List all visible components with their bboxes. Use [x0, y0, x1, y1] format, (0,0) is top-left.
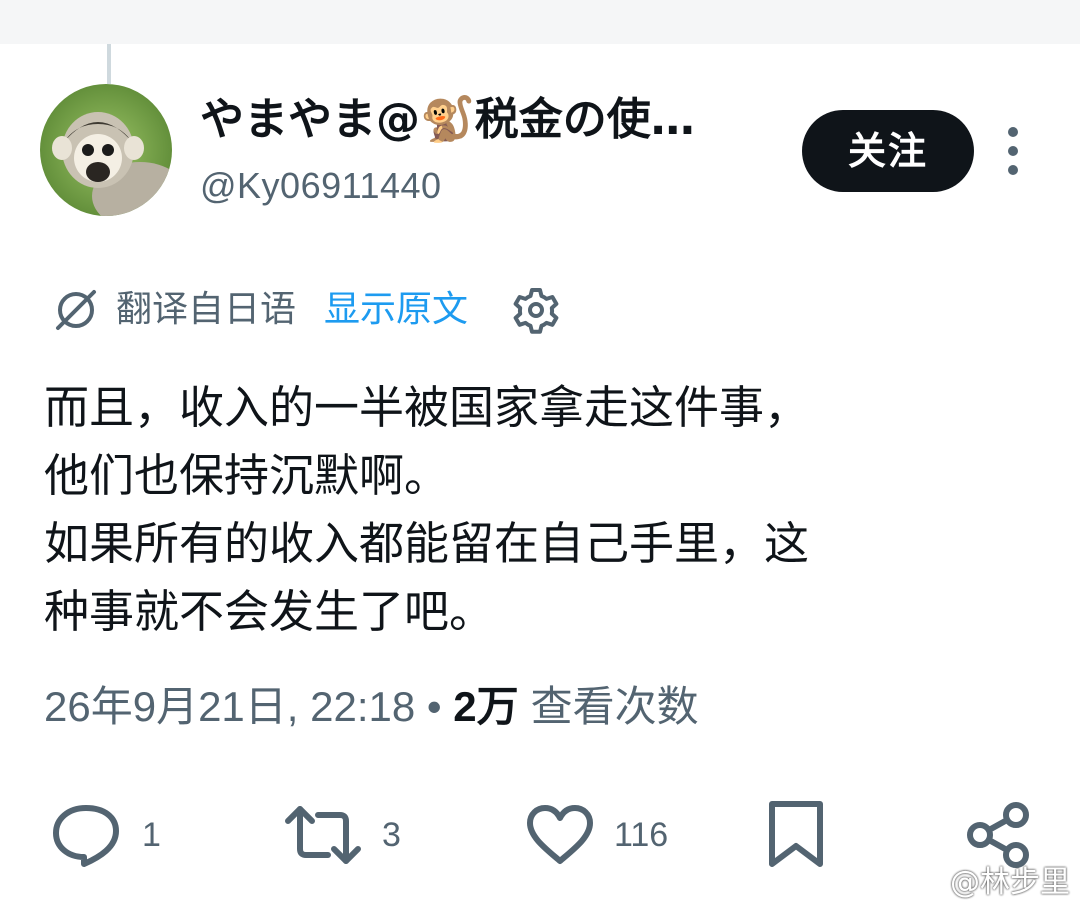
like-button[interactable]: 116: [526, 800, 668, 870]
like-count: 116: [614, 815, 669, 854]
tweet-text-line: 他们也保持沉默啊。: [44, 449, 450, 502]
thread-connector-line: [107, 44, 111, 84]
retweet-button[interactable]: 3: [284, 800, 401, 870]
bookmark-icon: [769, 801, 823, 867]
meta-separator: •: [426, 683, 442, 730]
views-count: 2万: [453, 683, 519, 730]
tweet-text-line: 而且，收入的一半被国家拿走这件事，: [44, 381, 810, 434]
show-original-link[interactable]: 显示原文: [324, 280, 468, 340]
weibo-logo-icon: [906, 865, 945, 895]
top-bar: [0, 0, 1080, 44]
author-display-name[interactable]: やまやま@🐒税金の使…: [200, 90, 695, 150]
reply-icon: [53, 805, 119, 867]
reply-button[interactable]: 1: [50, 800, 161, 870]
translate-icon: [56, 290, 96, 330]
translation-bar: 翻译自日语 显示原文: [52, 280, 560, 340]
tweet-meta: 26年9月21日, 22:18 • 2万 查看次数: [44, 676, 699, 738]
watermark-text: @林步里: [950, 865, 1070, 900]
tweet-text: 而且，收入的一半被国家拿走这件事， 他们也保持沉默啊。 如果所有的收入都能留在自…: [44, 374, 1044, 646]
retweet-count: 3: [382, 815, 401, 854]
author-handle[interactable]: @Ky06911440: [200, 160, 442, 212]
translation-label: 翻译自日语: [116, 289, 297, 330]
watermark: @林步里: [906, 857, 1070, 901]
bookmark-button[interactable]: [766, 800, 826, 870]
retweet-icon: [285, 806, 361, 864]
gear-icon[interactable]: [512, 286, 560, 334]
views-label: 查看次数: [530, 683, 699, 730]
tweet-text-line: 种事就不会发生了吧。: [44, 585, 495, 638]
heart-icon: [527, 805, 593, 864]
tweet-text-line: 如果所有的收入都能留在自己手里，这: [44, 517, 810, 570]
more-options-icon[interactable]: [998, 126, 1028, 176]
avatar[interactable]: [40, 84, 172, 216]
reply-count: 1: [142, 815, 161, 854]
follow-button[interactable]: 关注: [802, 110, 974, 192]
timestamp[interactable]: 26年9月21日, 22:18: [44, 683, 415, 730]
